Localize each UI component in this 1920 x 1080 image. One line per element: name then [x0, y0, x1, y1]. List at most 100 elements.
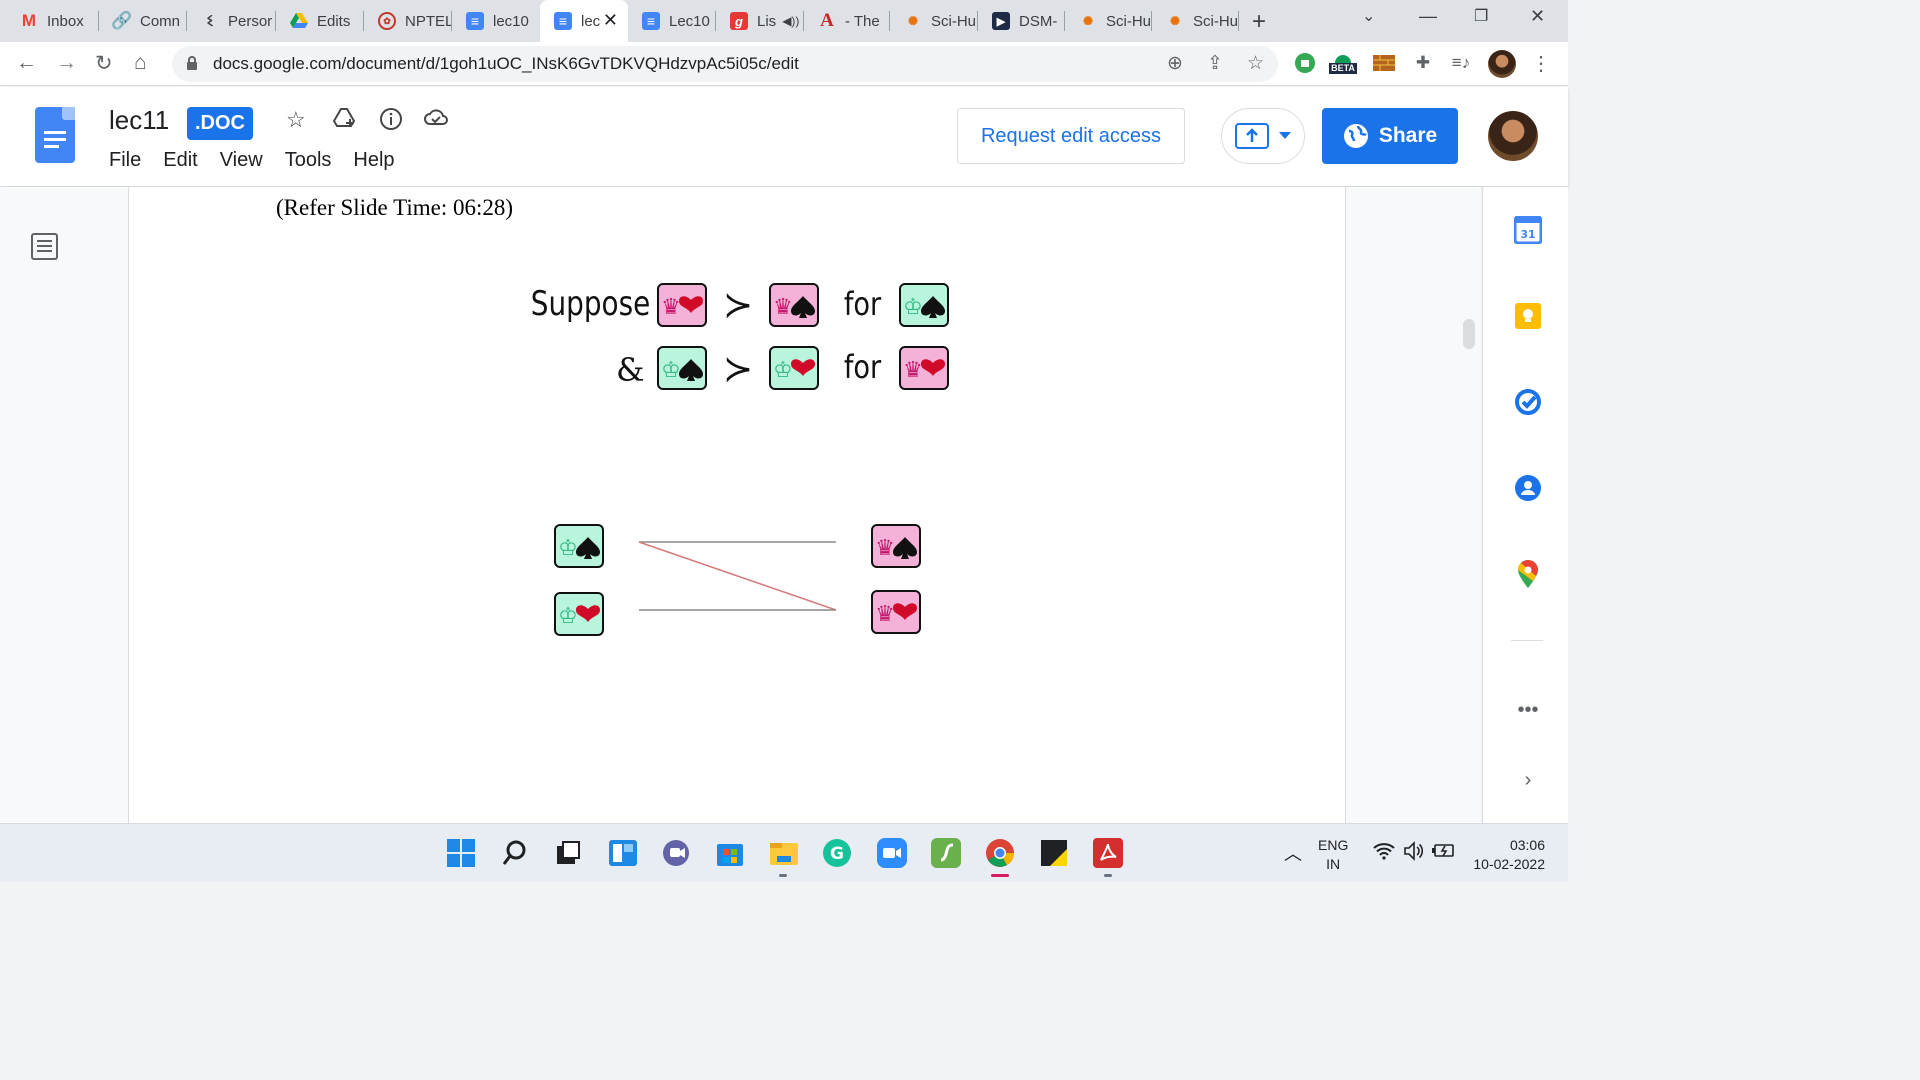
genius-icon: g — [730, 12, 748, 30]
request-edit-access-button[interactable]: Request edit access — [957, 108, 1185, 164]
card-queen-spades: ♛ — [871, 524, 921, 568]
share-page-icon[interactable]: ⇪ — [1207, 52, 1223, 75]
extension-brick-icon[interactable] — [1371, 50, 1397, 76]
close-window-icon[interactable]: ✕ — [1530, 6, 1545, 27]
scrollbar-thumb[interactable] — [1463, 319, 1475, 349]
add-to-drive-icon[interactable] — [332, 107, 357, 135]
maps-icon[interactable] — [1513, 559, 1543, 589]
sticky-notes-icon[interactable] — [1039, 838, 1069, 868]
battery-icon[interactable] — [1432, 842, 1456, 865]
google-docs-logo[interactable] — [35, 107, 75, 163]
forward-icon[interactable]: → — [56, 51, 77, 75]
zoom-icon[interactable]: ⊕ — [1167, 52, 1183, 75]
store-icon[interactable] — [715, 838, 745, 868]
calendar-icon[interactable]: 31 — [1513, 215, 1543, 245]
tab-lec-active[interactable]: lec ✕ — [540, 0, 628, 42]
home-icon[interactable]: ⌂ — [134, 51, 147, 75]
start-windows-icon[interactable] — [446, 838, 476, 868]
card-queen-hearts: ♛ — [657, 283, 707, 327]
address-bar[interactable]: docs.google.com/document/d/1goh1uOC_INsK… — [172, 46, 1278, 82]
tab-label: Inbox — [47, 12, 84, 30]
star-icon[interactable]: ☆ — [286, 107, 306, 133]
tab-lis[interactable]: g Lis ◀)) — [716, 0, 804, 42]
tab-label: DSM- — [1019, 12, 1058, 30]
url-text[interactable]: docs.google.com/document/d/1goh1uOC_INsK… — [213, 54, 799, 74]
share-button[interactable]: Share — [1322, 108, 1458, 164]
menu-help[interactable]: Help — [353, 149, 394, 172]
restore-icon[interactable]: ❐ — [1474, 6, 1488, 26]
evernote-icon[interactable] — [931, 838, 961, 868]
tab-lec10-b[interactable]: Lec10 — [628, 0, 716, 42]
menu-file[interactable]: File — [109, 149, 141, 172]
chrome-icon[interactable] — [985, 838, 1015, 868]
adobe-icon: A — [820, 10, 834, 31]
menu-tools[interactable]: Tools — [285, 149, 332, 172]
zoom-app-icon[interactable] — [877, 838, 907, 868]
tab-edits[interactable]: Edits — [276, 0, 364, 42]
panel-divider — [1511, 640, 1543, 641]
document-page[interactable]: (Refer Slide Time: 06:28) Suppose ♛ ≻ ♛ … — [128, 187, 1346, 823]
task-view-icon[interactable] — [553, 838, 583, 868]
expand-panel-icon[interactable]: › — [1513, 765, 1543, 795]
new-tab-button[interactable]: + — [1252, 8, 1266, 36]
close-tab-icon[interactable]: ✕ — [603, 10, 618, 31]
keep-icon[interactable] — [1513, 301, 1543, 331]
tab-lec10[interactable]: lec10 — [452, 0, 540, 42]
present-dropdown-button[interactable] — [1221, 108, 1305, 164]
queen-symbol: ♛ — [661, 295, 681, 320]
tab-persor[interactable]: ଽ Persor — [187, 0, 276, 42]
acrobat-icon[interactable] — [1093, 838, 1123, 868]
active-indicator — [991, 874, 1009, 877]
tab-dsm[interactable]: ▶ DSM- — [978, 0, 1065, 42]
contacts-icon[interactable] — [1513, 473, 1543, 503]
king-symbol: ♔ — [903, 295, 923, 320]
bookmark-star-icon[interactable]: ☆ — [1247, 52, 1264, 75]
grammarly-icon[interactable]: G — [822, 838, 852, 868]
show-hidden-icons-icon[interactable]: ︿ — [1284, 840, 1302, 866]
input-language-indicator[interactable]: ENG IN — [1318, 836, 1348, 874]
card-queen-spades: ♛ — [769, 283, 819, 327]
search-icon[interactable] — [500, 838, 530, 868]
tab-the[interactable]: A - The — [804, 0, 890, 42]
suppose-word: Suppose — [531, 284, 650, 323]
minimize-icon[interactable]: — — [1419, 6, 1437, 27]
gmail-icon: M — [21, 11, 37, 30]
account-avatar[interactable] — [1488, 111, 1538, 161]
info-icon[interactable] — [379, 107, 403, 137]
media-control-icon[interactable]: ≡♪ — [1448, 50, 1474, 76]
back-icon[interactable]: ← — [16, 51, 37, 75]
tab-scihub-2[interactable]: ✺ Sci-Hu — [1065, 0, 1152, 42]
file-explorer-icon[interactable] — [769, 838, 799, 868]
volume-icon[interactable] — [1403, 841, 1425, 866]
beta-badge: BETA — [1329, 62, 1357, 74]
document-title[interactable]: lec11 — [109, 105, 169, 136]
tab-search-icon[interactable]: ⌄ — [1362, 6, 1375, 26]
tab-inbox[interactable]: M Inbox — [6, 0, 99, 42]
prefers-symbol: ≻ — [723, 349, 753, 390]
lock-icon[interactable] — [186, 55, 198, 71]
system-clock[interactable]: 03:06 10-02-2022 — [1465, 836, 1545, 874]
wifi-icon[interactable] — [1373, 842, 1395, 865]
speaker-icon[interactable]: ◀)) — [782, 14, 799, 28]
menu-edit[interactable]: Edit — [163, 149, 197, 172]
tab-scihub-3[interactable]: ✺ Sci-Hu — [1152, 0, 1239, 42]
tab-comn[interactable]: 🔗 Comn — [99, 0, 187, 42]
dna-icon: ଽ — [206, 11, 214, 30]
tab-label: Lis — [757, 12, 777, 30]
extension-beta-icon[interactable]: BETA — [1329, 50, 1357, 76]
more-dots-icon[interactable]: ••• — [1513, 695, 1543, 725]
teams-chat-icon[interactable] — [661, 838, 691, 868]
chrome-menu-icon[interactable]: ⋮ — [1528, 50, 1554, 76]
extension-green-icon[interactable] — [1292, 50, 1318, 76]
menu-view[interactable]: View — [220, 149, 263, 172]
tab-nptel[interactable]: ✿ NPTEL — [364, 0, 452, 42]
reload-icon[interactable]: ↻ — [95, 51, 113, 76]
cloud-status-icon[interactable] — [423, 107, 449, 133]
document-outline-icon[interactable] — [31, 233, 58, 260]
profile-avatar[interactable] — [1488, 50, 1516, 78]
tab-scihub-1[interactable]: ✺ Sci-Hu — [890, 0, 978, 42]
widgets-icon[interactable] — [608, 838, 638, 868]
queen-symbol: ♛ — [875, 602, 895, 627]
extensions-puzzle-icon[interactable]: ✚ — [1410, 50, 1436, 76]
tasks-icon[interactable] — [1513, 387, 1543, 417]
